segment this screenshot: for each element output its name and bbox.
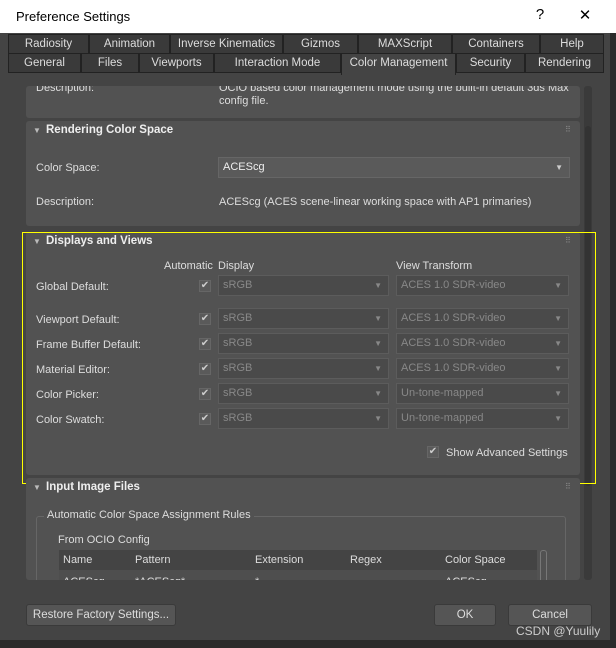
tab-viewports[interactable]: Viewports — [139, 53, 214, 73]
tab-animation[interactable]: Animation — [89, 34, 170, 54]
tab-gizmos[interactable]: Gizmos — [283, 34, 358, 54]
color-space-label: Color Space: — [36, 162, 100, 174]
window-title: Preference Settings — [16, 9, 131, 24]
rules-table: NamePatternExtensionRegexColor Space ACES… — [59, 550, 537, 580]
column-header-regex[interactable]: Regex — [346, 550, 441, 570]
tab-files[interactable]: Files — [81, 53, 139, 73]
color-space-value: ACEScg — [223, 161, 265, 173]
cancel-button[interactable]: Cancel — [508, 604, 592, 626]
tab-color-management[interactable]: Color Management — [341, 53, 456, 75]
chevron-down-icon: ▼ — [555, 163, 563, 172]
title-bar: Preference Settings ? ✕ — [0, 0, 616, 33]
column-header-name[interactable]: Name — [59, 550, 131, 570]
mode-description-label: Description: — [36, 86, 95, 94]
tab-help[interactable]: Help — [540, 34, 604, 54]
tab-interaction-mode[interactable]: Interaction Mode — [214, 53, 341, 73]
column-header-pattern[interactable]: Pattern — [131, 550, 251, 570]
tab-rendering[interactable]: Rendering — [525, 53, 604, 73]
grip-icon[interactable]: ⠿ — [565, 482, 571, 491]
ok-button[interactable]: OK — [434, 604, 496, 626]
panel-title[interactable]: Input Image Files — [46, 481, 140, 493]
mode-description-text: OCIO based color management mode using t… — [219, 86, 569, 94]
help-icon[interactable]: ? — [528, 6, 552, 23]
mode-panel: Description: OCIO based color management… — [26, 86, 580, 118]
tab-maxscript[interactable]: MAXScript — [358, 34, 452, 54]
rendering-color-space-panel: ▼ Rendering Color Space ⠿ Color Space: A… — [26, 121, 580, 226]
table-scrollbar[interactable] — [540, 550, 547, 580]
table-cell[interactable]: ACEScg — [59, 576, 105, 580]
column-header-color-space[interactable]: Color Space — [441, 550, 537, 570]
tab-inverse-kinematics[interactable]: Inverse Kinematics — [170, 34, 283, 54]
watermark: CSDN @Yuulily — [516, 624, 601, 638]
tab-containers[interactable]: Containers — [452, 34, 540, 54]
description-label: Description: — [36, 196, 95, 208]
ocio-config-label: From OCIO Config — [58, 534, 150, 546]
table-cell[interactable]: *ACEScg* — [131, 576, 185, 580]
group-title: Automatic Color Space Assignment Rules — [44, 509, 254, 521]
table-cell[interactable]: * — [251, 576, 259, 580]
column-header-extension[interactable]: Extension — [251, 550, 346, 570]
highlight-box — [22, 232, 596, 484]
grip-icon[interactable]: ⠿ — [565, 125, 571, 134]
tab-radiosity[interactable]: Radiosity — [8, 34, 89, 54]
input-image-files-panel: ▼ Input Image Files ⠿ Automatic Color Sp… — [26, 478, 580, 580]
collapse-icon[interactable]: ▼ — [33, 126, 41, 135]
description-text: ACEScg (ACES scene-linear working space … — [219, 196, 532, 208]
mode-description-text-2: config file. — [219, 95, 269, 107]
panel-title[interactable]: Rendering Color Space — [46, 124, 173, 136]
color-space-select[interactable]: ACEScg ▼ — [218, 157, 570, 178]
close-icon[interactable]: ✕ — [573, 6, 597, 24]
tab-general[interactable]: General — [8, 53, 81, 73]
restore-factory-settings-button[interactable]: Restore Factory Settings... — [26, 604, 176, 626]
tab-security[interactable]: Security — [456, 53, 525, 73]
table-cell[interactable]: ACEScg — [441, 576, 487, 580]
collapse-icon[interactable]: ▼ — [33, 483, 41, 492]
